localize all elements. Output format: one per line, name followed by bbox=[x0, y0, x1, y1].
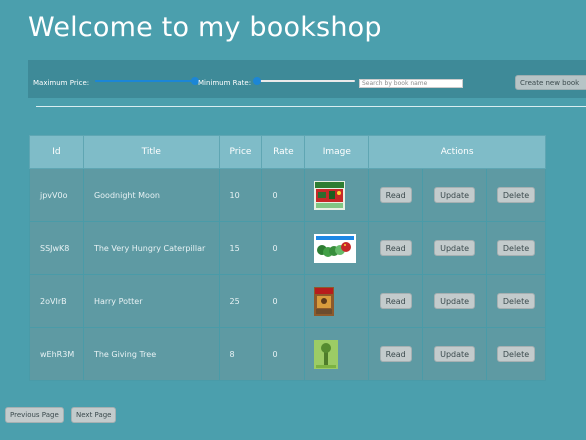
table-header-row: Id Title Price Rate Image Actions bbox=[29, 135, 546, 169]
delete-button[interactable]: Delete bbox=[496, 240, 536, 256]
read-cell: Read bbox=[368, 221, 424, 275]
book-image-cell bbox=[304, 168, 370, 222]
book-title: The Giving Tree bbox=[82, 327, 220, 381]
delete-cell: Delete bbox=[486, 168, 546, 222]
books-table: Id Title Price Rate Image Actions jpvV0o… bbox=[29, 135, 546, 381]
table-row: 2oVIrB Harry Potter 25 0 Read Update Del… bbox=[29, 274, 546, 328]
delete-button[interactable]: Delete bbox=[496, 293, 536, 309]
update-cell: Update bbox=[422, 168, 488, 222]
update-cell: Update bbox=[422, 274, 488, 328]
update-cell: Update bbox=[422, 221, 488, 275]
read-button[interactable]: Read bbox=[379, 346, 412, 362]
book-image-cell bbox=[304, 327, 370, 381]
update-button[interactable]: Update bbox=[434, 187, 476, 203]
min-rate-slider[interactable] bbox=[253, 77, 355, 85]
book-id: SSJwK8 bbox=[29, 221, 84, 275]
book-price: 10 bbox=[218, 168, 263, 222]
max-price-slider-fill bbox=[95, 80, 195, 82]
book-image-cell bbox=[304, 274, 370, 328]
read-cell: Read bbox=[368, 274, 424, 328]
update-button[interactable]: Update bbox=[434, 346, 476, 362]
book-cover-harry-potter-icon bbox=[314, 286, 335, 316]
column-header-title: Title bbox=[82, 135, 220, 169]
book-id: jpvV0o bbox=[29, 168, 84, 222]
table-row: jpvV0o Goodnight Moon 10 0 Read Update D… bbox=[29, 168, 546, 222]
column-header-id: Id bbox=[29, 135, 84, 169]
book-cover-hungry-caterpillar-icon bbox=[314, 233, 357, 263]
update-cell: Update bbox=[422, 327, 488, 381]
book-price: 15 bbox=[218, 221, 263, 275]
search-input[interactable] bbox=[359, 79, 463, 88]
update-button[interactable]: Update bbox=[434, 293, 476, 309]
book-title: Goodnight Moon bbox=[82, 168, 220, 222]
book-title: Harry Potter bbox=[82, 274, 220, 328]
read-button[interactable]: Read bbox=[379, 187, 412, 203]
min-rate-slider-thumb[interactable] bbox=[253, 77, 261, 85]
table-row: SSJwK8 The Very Hungry Caterpillar 15 0 … bbox=[29, 221, 546, 275]
column-header-rate: Rate bbox=[261, 135, 306, 169]
delete-cell: Delete bbox=[486, 327, 546, 381]
book-rate: 0 bbox=[261, 221, 306, 275]
read-button[interactable]: Read bbox=[379, 240, 412, 256]
delete-button[interactable]: Delete bbox=[496, 346, 536, 362]
book-title: The Very Hungry Caterpillar bbox=[82, 221, 220, 275]
delete-cell: Delete bbox=[486, 274, 546, 328]
create-book-button[interactable]: Create new book bbox=[515, 75, 586, 90]
book-id: wEhR3M bbox=[29, 327, 84, 381]
read-cell: Read bbox=[368, 168, 424, 222]
column-header-actions: Actions bbox=[368, 135, 546, 169]
book-rate: 0 bbox=[261, 274, 306, 328]
column-header-price: Price bbox=[218, 135, 263, 169]
max-price-slider[interactable] bbox=[95, 77, 199, 85]
book-price: 8 bbox=[218, 327, 263, 381]
previous-page-button[interactable]: Previous Page bbox=[5, 407, 64, 423]
book-rate: 0 bbox=[261, 168, 306, 222]
delete-button[interactable]: Delete bbox=[496, 187, 536, 203]
book-price: 25 bbox=[218, 274, 263, 328]
book-cover-giving-tree-icon bbox=[314, 339, 339, 369]
book-rate: 0 bbox=[261, 327, 306, 381]
read-button[interactable]: Read bbox=[379, 293, 412, 309]
update-button[interactable]: Update bbox=[434, 240, 476, 256]
min-rate-label: Minimum Rate: bbox=[198, 79, 252, 87]
read-cell: Read bbox=[368, 327, 424, 381]
max-price-label: Maximum Price: bbox=[33, 79, 90, 87]
book-image-cell bbox=[304, 221, 370, 275]
page-title: Welcome to my bookshop bbox=[28, 12, 382, 43]
book-id: 2oVIrB bbox=[29, 274, 84, 328]
delete-cell: Delete bbox=[486, 221, 546, 275]
book-cover-goodnight-moon-icon bbox=[314, 180, 346, 210]
filter-bar: Maximum Price: Minimum Rate: Create new … bbox=[28, 60, 586, 98]
table-row: wEhR3M The Giving Tree 8 0 Read Update D… bbox=[29, 327, 546, 381]
next-page-button[interactable]: Next Page bbox=[71, 407, 117, 423]
divider bbox=[36, 106, 586, 107]
column-header-image: Image bbox=[304, 135, 370, 169]
